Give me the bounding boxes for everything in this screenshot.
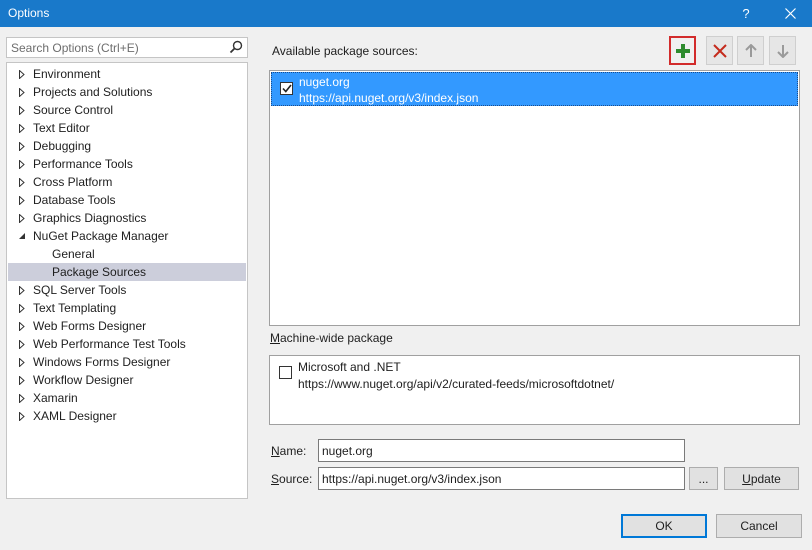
machine-wide-label: Machine-wide package: [270, 331, 393, 345]
tree-item-windows-forms-designer[interactable]: Windows Forms Designer: [8, 353, 246, 371]
expand-arrow-icon[interactable]: [17, 191, 27, 209]
tree-item-database-tools[interactable]: Database Tools: [8, 191, 246, 209]
tree-item-label: Web Forms Designer: [33, 319, 147, 333]
tree-item-label: Debugging: [33, 139, 92, 153]
checkmark-icon: [281, 84, 292, 93]
tree-item-source-control[interactable]: Source Control: [8, 101, 246, 119]
tree-item-text-editor[interactable]: Text Editor: [8, 119, 246, 137]
options-tree: Environment Projects and Solutions Sourc…: [6, 62, 248, 499]
available-sources-label: Available package sources:: [272, 44, 418, 58]
collapse-arrow-icon[interactable]: [17, 227, 27, 245]
tree-item-label: Xamarin: [33, 391, 78, 405]
tree-item-xaml-designer[interactable]: XAML Designer: [8, 407, 246, 425]
search-icon[interactable]: [229, 40, 243, 54]
expand-arrow-icon[interactable]: [17, 119, 27, 137]
expand-arrow-icon[interactable]: [17, 65, 27, 83]
source-name: Microsoft and .NET: [298, 360, 401, 374]
name-field[interactable]: [319, 440, 684, 461]
tree-item-label: Performance Tools: [33, 157, 133, 171]
tree-item-graphics-diagnostics[interactable]: Graphics Diagnostics: [8, 209, 246, 227]
browse-button[interactable]: ...: [689, 467, 718, 490]
arrow-down-icon: [776, 44, 789, 58]
help-button[interactable]: ?: [726, 0, 766, 27]
tree-item-label: Package Sources: [52, 265, 147, 279]
tree-item-web-performance-test-tools[interactable]: Web Performance Test Tools: [8, 335, 246, 353]
tree-item-general[interactable]: General: [8, 245, 246, 263]
ok-button[interactable]: OK: [621, 514, 707, 538]
tree-item-label: Text Editor: [33, 121, 90, 135]
plus-icon: [675, 43, 690, 58]
update-button[interactable]: Update: [724, 467, 799, 490]
expand-arrow-icon[interactable]: [17, 407, 27, 425]
expand-arrow-icon[interactable]: [17, 389, 27, 407]
tree-item-label: Windows Forms Designer: [33, 355, 171, 369]
source-row[interactable]: nuget.org https://api.nuget.org/v3/index…: [271, 72, 798, 106]
tree-item-projects-and-solutions[interactable]: Projects and Solutions: [8, 83, 246, 101]
name-field-box: [318, 439, 685, 462]
expand-arrow-icon[interactable]: [17, 209, 27, 227]
remove-source-button[interactable]: [706, 36, 733, 65]
expand-arrow-icon[interactable]: [17, 299, 27, 317]
source-enabled-checkbox[interactable]: [280, 82, 293, 95]
source-field[interactable]: [319, 468, 684, 489]
close-icon: [784, 8, 796, 19]
title-bar: Options ?: [0, 0, 812, 27]
expand-arrow-icon[interactable]: [17, 155, 27, 173]
tree-item-text-templating[interactable]: Text Templating: [8, 299, 246, 317]
tree-item-package-sources[interactable]: Package Sources: [8, 263, 246, 281]
delete-x-icon: [712, 43, 727, 58]
cancel-button[interactable]: Cancel: [716, 514, 802, 538]
source-name: nuget.org: [299, 75, 350, 89]
tree-item-environment[interactable]: Environment: [8, 65, 246, 83]
expand-arrow-icon[interactable]: [17, 371, 27, 389]
source-url: https://api.nuget.org/v3/index.json: [299, 91, 479, 105]
tree-item-label: Cross Platform: [33, 175, 113, 189]
tree-item-debugging[interactable]: Debugging: [8, 137, 246, 155]
tree-item-performance-tools[interactable]: Performance Tools: [8, 155, 246, 173]
source-label: Source:: [271, 472, 313, 486]
source-url: https://www.nuget.org/api/v2/curated-fee…: [298, 377, 615, 391]
tree-item-xamarin[interactable]: Xamarin: [8, 389, 246, 407]
tree-item-label: Environment: [33, 67, 101, 81]
tree-item-label: XAML Designer: [33, 409, 117, 423]
machine-wide-sources-list: Microsoft and .NET https://www.nuget.org…: [269, 355, 800, 425]
tree-item-label: NuGet Package Manager: [33, 229, 169, 243]
expand-arrow-icon[interactable]: [17, 281, 27, 299]
expand-arrow-icon[interactable]: [17, 335, 27, 353]
expand-arrow-icon[interactable]: [17, 173, 27, 191]
move-up-button[interactable]: [737, 36, 764, 65]
expand-arrow-icon[interactable]: [17, 137, 27, 155]
tree-item-sql-server-tools[interactable]: SQL Server Tools: [8, 281, 246, 299]
arrow-up-icon: [744, 43, 757, 57]
tree-item-web-forms-designer[interactable]: Web Forms Designer: [8, 317, 246, 335]
expand-arrow-icon[interactable]: [17, 353, 27, 371]
source-field-box: [318, 467, 685, 490]
tree-item-label: Graphics Diagnostics: [33, 211, 147, 225]
expand-arrow-icon[interactable]: [17, 101, 27, 119]
source-row[interactable]: Microsoft and .NET https://www.nuget.org…: [271, 357, 798, 393]
search-input[interactable]: [7, 38, 227, 57]
tree-item-label: Database Tools: [33, 193, 116, 207]
source-enabled-checkbox[interactable]: [279, 366, 292, 379]
close-button[interactable]: [770, 0, 810, 27]
window-title: Options: [8, 6, 50, 20]
tree-item-label: SQL Server Tools: [33, 283, 127, 297]
tree-item-cross-platform[interactable]: Cross Platform: [8, 173, 246, 191]
tree-item-nuget-package-manager[interactable]: NuGet Package Manager: [8, 227, 246, 245]
tree-item-label: Web Performance Test Tools: [33, 337, 186, 351]
available-sources-list: nuget.org https://api.nuget.org/v3/index…: [269, 70, 800, 326]
tree-item-workflow-designer[interactable]: Workflow Designer: [8, 371, 246, 389]
tree-item-label: Source Control: [33, 103, 114, 117]
add-source-button[interactable]: [669, 36, 696, 65]
tree-item-label: General: [52, 247, 95, 261]
search-box: [6, 37, 248, 58]
name-label: Name:: [271, 444, 307, 458]
tree-item-label: Text Templating: [33, 301, 117, 315]
expand-arrow-icon[interactable]: [17, 317, 27, 335]
tree-item-label: Projects and Solutions: [33, 85, 153, 99]
move-down-button[interactable]: [769, 36, 796, 65]
expand-arrow-icon[interactable]: [17, 83, 27, 101]
tree-item-label: Workflow Designer: [33, 373, 134, 387]
